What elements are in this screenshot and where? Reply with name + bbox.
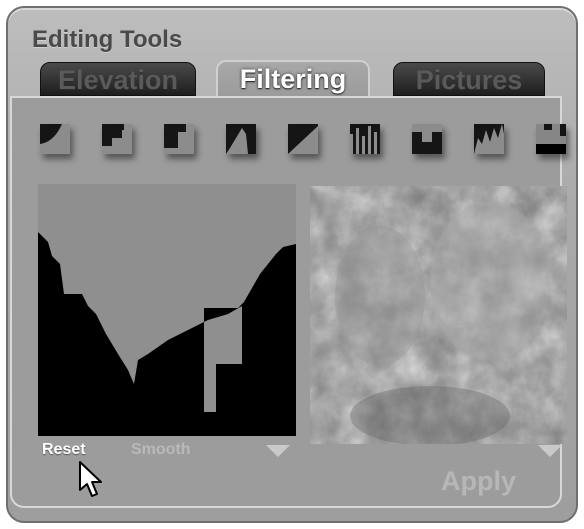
filter-preset-8[interactable] — [474, 124, 504, 154]
curve-options-dropdown-icon[interactable] — [266, 445, 290, 457]
diagonal-ramp-icon — [288, 126, 318, 154]
window-title: Editing Tools — [32, 26, 183, 53]
step-notch-icon — [164, 124, 194, 154]
tab-elevation[interactable]: Elevation — [40, 62, 196, 96]
inverted-plateau-icon — [412, 124, 442, 142]
blocky-plateau-icon — [536, 124, 566, 154]
curve-convex-icon — [40, 124, 70, 154]
filter-preset-row — [34, 124, 566, 160]
filter-curve-shape — [38, 184, 296, 412]
terrain-preview-image — [310, 186, 567, 444]
smooth-button[interactable]: Smooth — [131, 441, 191, 459]
filter-curve-editor[interactable] — [38, 184, 296, 436]
reset-button[interactable]: Reset — [42, 441, 86, 459]
jagged-spikes-icon — [474, 124, 504, 154]
mouse-pointer-icon — [79, 461, 102, 497]
filter-preset-5[interactable] — [288, 124, 318, 154]
tab-pictures[interactable]: Pictures — [393, 62, 545, 96]
steps-up-icon — [102, 124, 132, 154]
comb-spikes-icon — [350, 126, 377, 154]
filter-preset-1[interactable] — [40, 124, 70, 154]
peak-icon — [226, 128, 248, 154]
tab-bar: Elevation Pictures Filtering — [0, 60, 584, 100]
filter-preset-6[interactable] — [350, 124, 380, 154]
filter-preset-9[interactable] — [536, 124, 566, 154]
filter-preset-3[interactable] — [164, 124, 194, 154]
apply-button[interactable]: Apply — [441, 466, 516, 497]
preview-options-dropdown-icon[interactable] — [538, 445, 562, 457]
terrain-preview — [310, 186, 567, 444]
tab-filtering[interactable]: Filtering — [216, 60, 370, 100]
filter-preset-4[interactable] — [226, 124, 256, 154]
filter-preset-7[interactable] — [412, 124, 442, 154]
filter-preset-2[interactable] — [102, 124, 132, 154]
